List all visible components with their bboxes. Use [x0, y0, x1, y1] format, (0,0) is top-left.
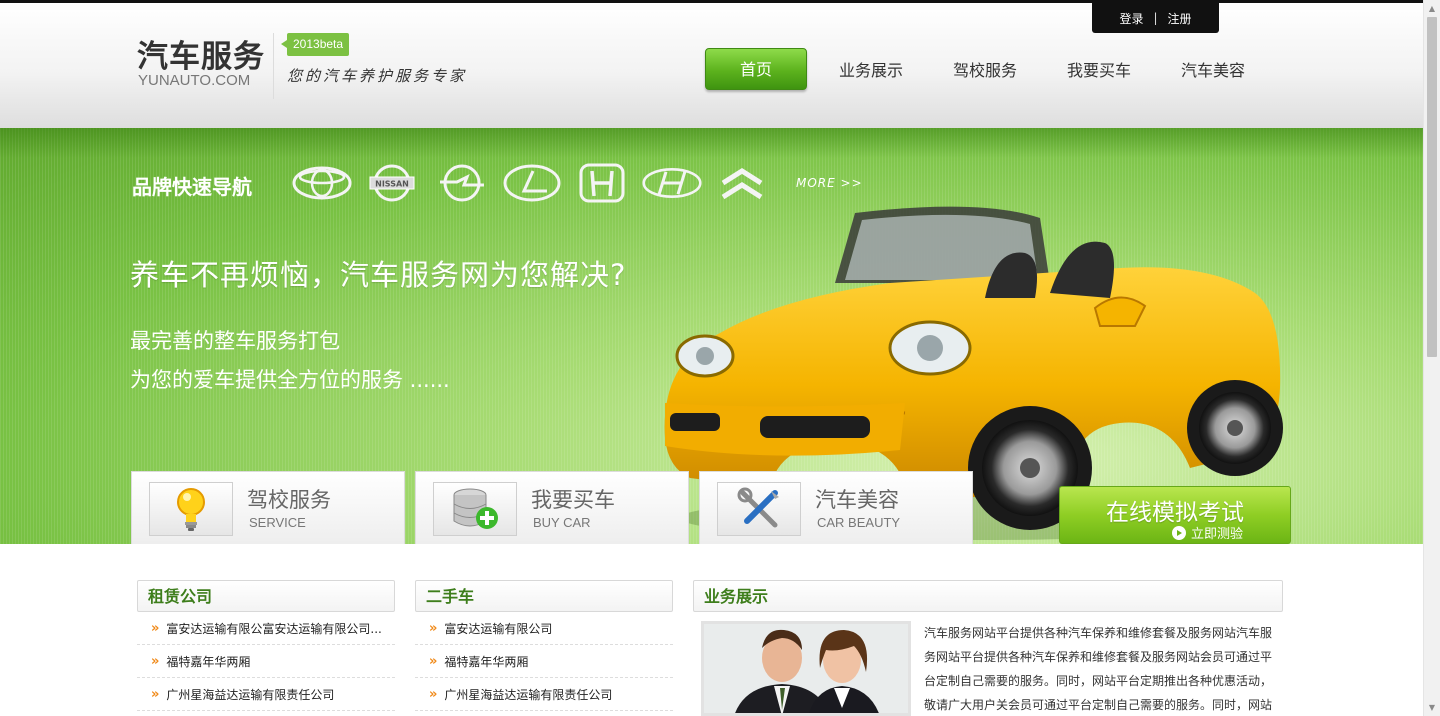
service-card-title: 汽车美容 — [815, 488, 899, 512]
login-link[interactable]: 登录 — [1119, 10, 1143, 27]
list-item-label: 广州星海益达运输有限责任公司 — [166, 687, 335, 702]
nav-buy-car[interactable]: 我要买车 — [1067, 57, 1131, 81]
site-slogan: 您的汽车养护服务专家 — [287, 67, 468, 85]
opel-logo[interactable] — [432, 163, 492, 203]
list-item-label: 广州星海益达运输有限责任公司 — [444, 687, 613, 702]
rental-panel-title: 租赁公司 — [137, 580, 395, 612]
business-people-photo — [701, 621, 911, 716]
business-panel: 业务展示 — [693, 580, 1283, 612]
main-nav: 首页 业务展示 驾校服务 我要买车 汽车美容 — [705, 48, 1245, 90]
double-arrow-icon: » — [429, 686, 438, 702]
play-icon — [1172, 525, 1186, 540]
banner-headline: 养车不再烦恼，汽车服务网为您解决? — [130, 258, 627, 292]
beta-badge: 2013beta — [280, 33, 350, 56]
rental-list: » 富安达运输有限公富安达运输有限公司... » 福特嘉年华两厢 » 广州星海益达运输… — [137, 612, 395, 711]
scroll-up-icon[interactable]: ▲ — [1424, 0, 1440, 17]
lightbulb-icon — [149, 482, 233, 536]
double-arrow-icon: » — [429, 620, 438, 636]
banner-shadow — [0, 128, 1423, 158]
double-arrow-icon: » — [151, 620, 160, 636]
lexus-logo[interactable] — [502, 163, 562, 203]
account-link-separator: | — [1153, 11, 1158, 25]
service-card-car-beauty[interactable]: 汽车美容 CAR BEAUTY — [699, 471, 973, 544]
used-cars-panel-title: 二手车 — [415, 580, 673, 612]
hero-banner: 品牌快速导航 NISSAN MORE >> 养车不再烦恼，汽车服务网为您解决? … — [0, 128, 1423, 544]
page-scrollbar[interactable]: ▲ ▼ — [1423, 0, 1440, 716]
register-link[interactable]: 注册 — [1168, 10, 1192, 27]
service-card-subtitle: SERVICE — [249, 515, 306, 530]
list-item-label: 富安达运输有限公司 — [444, 621, 553, 636]
service-card-driving-school[interactable]: 驾校服务 SERVICE — [131, 471, 405, 544]
scroll-down-icon[interactable]: ▼ — [1424, 699, 1440, 716]
toyota-logo[interactable] — [292, 163, 352, 203]
site-domain: YUNAUTO.COM — [138, 72, 251, 89]
list-item[interactable]: » 广州星海益达运输有限责任公司 — [137, 678, 395, 711]
honda-logo[interactable] — [572, 163, 632, 203]
list-item-label: 福特嘉年华两厢 — [166, 654, 251, 669]
list-item[interactable]: » 福特嘉年华两厢 — [137, 645, 395, 678]
list-item-label: 福特嘉年华两厢 — [444, 654, 529, 669]
double-arrow-icon: » — [429, 653, 438, 669]
online-exam-title: 在线模拟考试 — [1106, 500, 1244, 526]
list-item[interactable]: » 广州星海益达运输有限责任公司 — [415, 678, 673, 711]
database-add-icon — [433, 482, 517, 536]
exam-start-link[interactable]: 立即测验 — [1172, 523, 1243, 542]
list-item[interactable]: » 富安达运输有限公富安达运输有限公司... — [137, 612, 395, 645]
nav-business[interactable]: 业务展示 — [839, 57, 903, 81]
business-description: 汽车服务网站平台提供各种汽车保养和维修套餐及服务网站汽车服务网站平台提供各种汽车… — [924, 626, 1273, 712]
site-title[interactable]: 汽车服务 — [137, 31, 265, 76]
banner-subline-2: 为您的爱车提供全方位的服务 ...... — [130, 368, 450, 392]
nissan-logo[interactable]: NISSAN — [362, 163, 422, 203]
service-card-buy-car[interactable]: 我要买车 BUY CAR — [415, 471, 689, 544]
double-arrow-icon: » — [151, 653, 160, 669]
online-exam-button[interactable]: 在线模拟考试 立即测验 — [1059, 486, 1291, 544]
header: 汽车服务 YUNAUTO.COM 2013beta 您的汽车养护服务专家 登录 … — [0, 3, 1423, 128]
list-item[interactable]: » 福特嘉年华两厢 — [415, 645, 673, 678]
list-item-label: 富安达运输有限公富安达运输有限公司... — [166, 621, 382, 636]
used-cars-panel: 二手车 » 富安达运输有限公司 » 福特嘉年华两厢 » 广州星海益达运输有限责任公司 — [415, 580, 673, 711]
account-links: 登录 | 注册 — [1092, 3, 1219, 33]
nissan-logo-text: NISSAN — [375, 180, 409, 189]
nav-driving-school[interactable]: 驾校服务 — [953, 57, 1017, 81]
list-item[interactable]: » 富安达运输有限公司 — [415, 612, 673, 645]
rental-companies-panel: 租赁公司 » 富安达运输有限公富安达运输有限公司... » 福特嘉年华两厢 » 广州星… — [137, 580, 395, 711]
page: 汽车服务 YUNAUTO.COM 2013beta 您的汽车养护服务专家 登录 … — [0, 0, 1440, 716]
service-card-title: 我要买车 — [531, 488, 615, 512]
nav-home[interactable]: 首页 — [705, 48, 807, 90]
brand-nav-title: 品牌快速导航 — [132, 175, 252, 199]
scrollbar-thumb[interactable] — [1427, 17, 1437, 357]
tools-icon — [717, 482, 801, 536]
nav-car-beauty[interactable]: 汽车美容 — [1181, 57, 1245, 81]
used-cars-list: » 富安达运输有限公司 » 福特嘉年华两厢 » 广州星海益达运输有限责任公司 — [415, 612, 673, 711]
service-card-subtitle: BUY CAR — [533, 515, 591, 530]
double-arrow-icon: » — [151, 686, 160, 702]
business-panel-title: 业务展示 — [693, 580, 1283, 612]
service-card-subtitle: CAR BEAUTY — [817, 515, 901, 530]
service-card-title: 驾校服务 — [247, 488, 331, 512]
logo-divider — [273, 33, 274, 99]
exam-start-label: 立即测验 — [1191, 527, 1244, 542]
banner-subline-1: 最完善的整车服务打包 — [130, 329, 340, 353]
